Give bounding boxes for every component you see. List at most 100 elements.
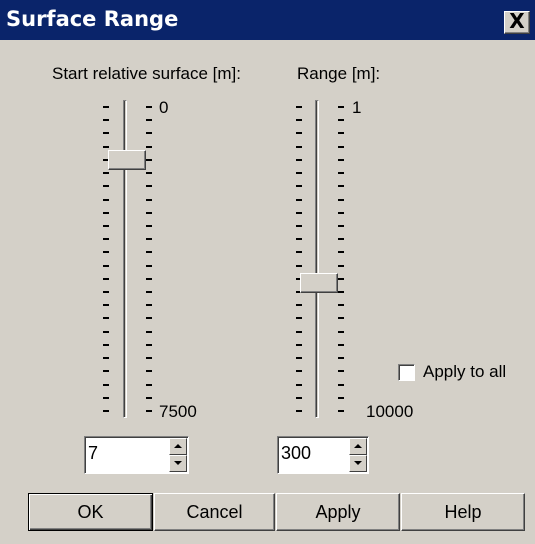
start-surface-spin-up-button[interactable] [169,438,187,455]
range-track[interactable] [315,100,319,418]
start-surface-min-label: 0 [159,98,169,117]
slider-tick [103,357,109,359]
slider-tick [338,225,344,227]
slider-tick [103,106,109,108]
range-label: Range [m]: [297,64,381,83]
slider-tick [338,199,344,201]
slider-tick [103,265,109,267]
range-min-label: 1 [352,98,362,117]
title-bar[interactable]: Surface Range X [0,0,535,40]
start-surface-value[interactable]: 7 [88,443,98,464]
spin-up-arrow-icon [354,444,362,448]
range-spinbox[interactable]: 300 [277,436,369,474]
slider-tick [146,384,152,386]
slider-tick [296,159,302,161]
apply-button[interactable]: Apply [276,493,400,531]
slider-tick [296,106,302,108]
range-max-label: 10000 [366,402,414,421]
slider-tick [146,304,152,306]
slider-tick [296,344,302,346]
slider-tick [146,185,152,187]
slider-tick [146,410,152,412]
slider-tick [338,159,344,161]
slider-tick [338,172,344,174]
slider-tick [146,238,152,240]
window-title: Surface Range [6,7,179,31]
slider-tick [338,265,344,267]
slider-tick [338,357,344,359]
slider-tick [146,397,152,399]
slider-tick [103,225,109,227]
slider-tick [296,172,302,174]
slider-tick [296,238,302,240]
apply-to-all-label[interactable]: Apply to all [423,362,506,382]
slider-tick [296,146,302,148]
slider-tick [296,132,302,134]
slider-tick [338,185,344,187]
slider-tick [103,199,109,201]
slider-tick [296,304,302,306]
slider-tick [103,212,109,214]
range-value[interactable]: 300 [281,443,311,464]
slider-tick [103,317,109,319]
start-surface-track[interactable] [123,100,127,418]
slider-tick [146,212,152,214]
slider-tick [146,251,152,253]
slider-tick [103,146,109,148]
slider-tick [338,370,344,372]
slider-tick [296,119,302,121]
range-spin-down-button[interactable] [349,455,367,472]
range-spin-up-button[interactable] [349,438,367,455]
help-button[interactable]: Help [401,493,525,531]
slider-tick [146,119,152,121]
slider-tick [103,331,109,333]
slider-tick [296,317,302,319]
slider-tick [103,344,109,346]
slider-tick [338,146,344,148]
slider-tick [103,238,109,240]
start-surface-thumb[interactable] [108,150,146,170]
spin-down-arrow-icon [354,461,362,465]
slider-tick [146,357,152,359]
cancel-button[interactable]: Cancel [154,493,275,531]
slider-tick [338,132,344,134]
slider-tick [338,384,344,386]
slider-tick [296,357,302,359]
slider-tick [296,384,302,386]
slider-tick [338,304,344,306]
slider-tick [103,410,109,412]
slider-tick [338,278,344,280]
start-surface-spinbox[interactable]: 7 [84,436,189,474]
slider-tick [338,397,344,399]
slider-tick [338,106,344,108]
slider-tick [146,370,152,372]
slider-tick [146,344,152,346]
slider-tick [103,370,109,372]
slider-tick [146,199,152,201]
close-button[interactable]: X [504,9,530,34]
slider-tick [103,397,109,399]
slider-tick [146,225,152,227]
slider-tick [338,291,344,293]
ok-button[interactable]: OK [28,493,153,531]
slider-tick [338,119,344,121]
slider-tick [103,132,109,134]
slider-tick [103,119,109,121]
slider-tick [338,238,344,240]
slider-tick [338,317,344,319]
range-thumb[interactable] [300,273,338,293]
start-surface-max-label: 7500 [159,402,197,421]
slider-tick [146,172,152,174]
slider-tick [296,251,302,253]
slider-tick [146,278,152,280]
close-icon: X [509,9,525,33]
slider-tick [296,331,302,333]
slider-tick [296,212,302,214]
slider-tick [296,410,302,412]
start-surface-spin-down-button[interactable] [169,455,187,472]
slider-tick [338,212,344,214]
slider-tick [146,132,152,134]
slider-tick [146,291,152,293]
apply-to-all-checkbox[interactable] [398,364,415,381]
slider-tick [296,225,302,227]
